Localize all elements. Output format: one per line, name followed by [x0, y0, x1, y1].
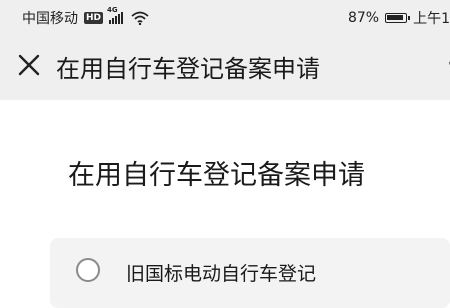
battery-level — [387, 15, 404, 20]
cellular-signal-icon: 4G — [107, 6, 124, 24]
page-title: 在用自行车登记备案申请 — [68, 160, 365, 191]
signal-bar — [121, 12, 124, 24]
battery-percent: 87% — [347, 10, 380, 26]
close-icon — [18, 54, 40, 76]
option-item-old-standard-ebike[interactable]: 旧国标电动自行车登记 — [50, 238, 450, 308]
close-button[interactable] — [16, 52, 42, 78]
wifi-icon — [131, 11, 149, 25]
signal-bar — [118, 14, 121, 24]
status-right: 87% 上午1 — [348, 8, 450, 28]
carrier-name: 中国移动 — [22, 11, 78, 27]
signal-bar — [115, 16, 118, 24]
status-bar: 中国移动 HD 4G 87% 上午1 — [0, 0, 450, 34]
radio-unchecked-icon[interactable] — [76, 258, 100, 282]
network-type-label: 4G — [107, 6, 118, 14]
top-bar: 中国移动 HD 4G 87% 上午1 在用自行车登记备案申请 — [0, 0, 450, 100]
signal-bar — [109, 20, 112, 24]
signal-bar — [112, 18, 115, 24]
option-label: 旧国标电动自行车登记 — [126, 263, 317, 285]
status-time: 上午1 — [413, 11, 450, 27]
hd-badge: HD — [84, 12, 104, 24]
status-left: 中国移动 HD 4G — [22, 6, 149, 28]
app-bar-title: 在用自行车登记备案申请 — [56, 55, 320, 83]
battery-icon — [385, 13, 411, 23]
